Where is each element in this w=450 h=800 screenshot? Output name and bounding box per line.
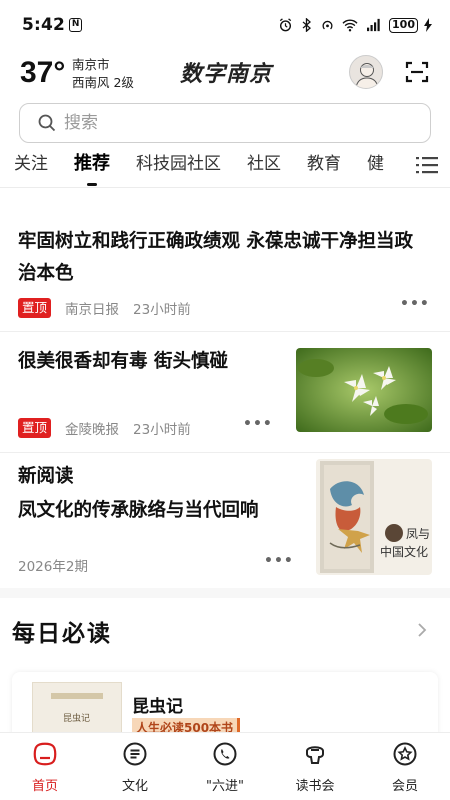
book-title: 昆虫记 xyxy=(132,697,183,717)
bluetooth-icon xyxy=(302,18,312,32)
news-title: 很美很香却有毒 街头慎碰 xyxy=(18,351,228,372)
more-options-icon[interactable]: ••• xyxy=(243,416,273,432)
pinned-badge: 置顶 xyxy=(18,298,52,318)
news-meta: 置顶 南京日报 23小时前 xyxy=(18,298,191,318)
wind-info: 西南风 2级 xyxy=(72,75,134,90)
nav-label: 读书会 xyxy=(295,779,335,794)
tab-health[interactable]: 健 xyxy=(367,150,384,180)
status-icons: 100 xyxy=(278,17,432,33)
book-cover-title: 昆虫记 xyxy=(63,714,91,724)
nav-home[interactable]: 首页 xyxy=(0,733,90,800)
home-icon xyxy=(33,742,57,766)
temperature: 37° xyxy=(20,56,66,89)
issue-number: 2026年2期 xyxy=(18,559,88,575)
culture-icon xyxy=(123,742,147,766)
phone-icon xyxy=(213,742,237,766)
news-meta: 2026年2期 xyxy=(18,555,88,575)
nav-reading-club[interactable]: 读书会 xyxy=(270,733,360,800)
category-tabs: 关注 推荐 科技园社区 社区 教育 健 xyxy=(0,150,450,188)
news-item-3[interactable]: 新阅读 凤文化的传承脉络与当代回响 2026年2期 ••• 凤与 中国文化 xyxy=(0,453,450,588)
news-item-1[interactable]: 牢固树立和践行正确政绩观 永葆忠诚干净担当政 治本色 置顶 南京日报 23小时前… xyxy=(0,188,450,332)
section-title-daily: 每日必读 xyxy=(12,621,112,647)
more-options-icon[interactable]: ••• xyxy=(400,296,430,312)
top-header: 37° 南京市 西南风 2级 数字南京 xyxy=(0,50,450,98)
tab-education[interactable]: 教育 xyxy=(307,150,341,180)
news-title: 牢固树立和践行正确政绩观 永葆忠诚干净担当政 治本色 xyxy=(18,231,413,284)
nav-member[interactable]: 会员 xyxy=(360,733,450,800)
status-bar: 5:42 N 100 xyxy=(0,0,450,50)
app-logo: 数字南京 xyxy=(180,61,273,87)
chevron-right-icon[interactable] xyxy=(417,622,427,638)
pinned-badge: 置顶 xyxy=(18,418,52,438)
reading-club-icon xyxy=(306,746,324,764)
news-time: 23小时前 xyxy=(133,422,191,438)
news-time: 23小时前 xyxy=(133,302,191,318)
tab-menu-icon[interactable] xyxy=(416,156,438,174)
news-meta: 置顶 金陵晚报 23小时前 xyxy=(18,418,191,438)
hotspot-icon xyxy=(322,20,333,30)
user-avatar-icon xyxy=(355,63,379,88)
status-time: 5:42 xyxy=(22,15,66,35)
nav-label: 文化 xyxy=(121,779,148,794)
news-source: 金陵晚报 xyxy=(65,422,120,438)
scan-icon[interactable] xyxy=(405,61,429,83)
nfc-icon: N xyxy=(69,18,83,32)
bottom-navigation: 首页 文化 "六进" 读书会 会员 xyxy=(0,732,450,800)
search-icon xyxy=(38,114,56,132)
tab-follow[interactable]: 关注 xyxy=(14,150,48,180)
battery-indicator: 100 xyxy=(389,17,418,33)
charging-icon xyxy=(424,18,432,32)
search-bar[interactable] xyxy=(19,103,431,143)
news-thumbnail: 凤与 中国文化 xyxy=(316,459,432,575)
nav-label: 首页 xyxy=(31,779,58,794)
column-label: 新阅读 xyxy=(18,466,74,487)
cover-title: 凤与 中国文化 xyxy=(380,527,431,559)
alarm-icon xyxy=(279,18,292,32)
tab-recommend[interactable]: 推荐 xyxy=(74,150,110,186)
tab-tech-park-community[interactable]: 科技园社区 xyxy=(136,150,221,180)
nav-culture[interactable]: 文化 xyxy=(90,733,180,800)
tab-community[interactable]: 社区 xyxy=(247,150,281,180)
member-icon xyxy=(393,742,417,766)
news-source: 南京日报 xyxy=(65,302,120,318)
wifi-icon xyxy=(342,19,358,32)
signal-icon xyxy=(367,18,380,32)
nav-six-entries[interactable]: "六进" xyxy=(180,733,270,800)
news-title: 凤文化的传承脉络与当代回响 xyxy=(18,500,259,521)
news-item-2[interactable]: 很美很香却有毒 街头慎碰 置顶 金陵晚报 23小时前 ••• xyxy=(0,332,450,452)
more-options-icon[interactable]: ••• xyxy=(264,553,294,569)
weather-info[interactable]: 南京市 西南风 2级 xyxy=(72,56,134,92)
news-thumbnail xyxy=(296,348,432,432)
search-input[interactable] xyxy=(64,113,364,133)
nav-label: "六进" xyxy=(206,779,244,794)
nav-label: 会员 xyxy=(391,779,418,794)
avatar[interactable] xyxy=(349,55,383,89)
city-name: 南京市 xyxy=(72,57,110,72)
